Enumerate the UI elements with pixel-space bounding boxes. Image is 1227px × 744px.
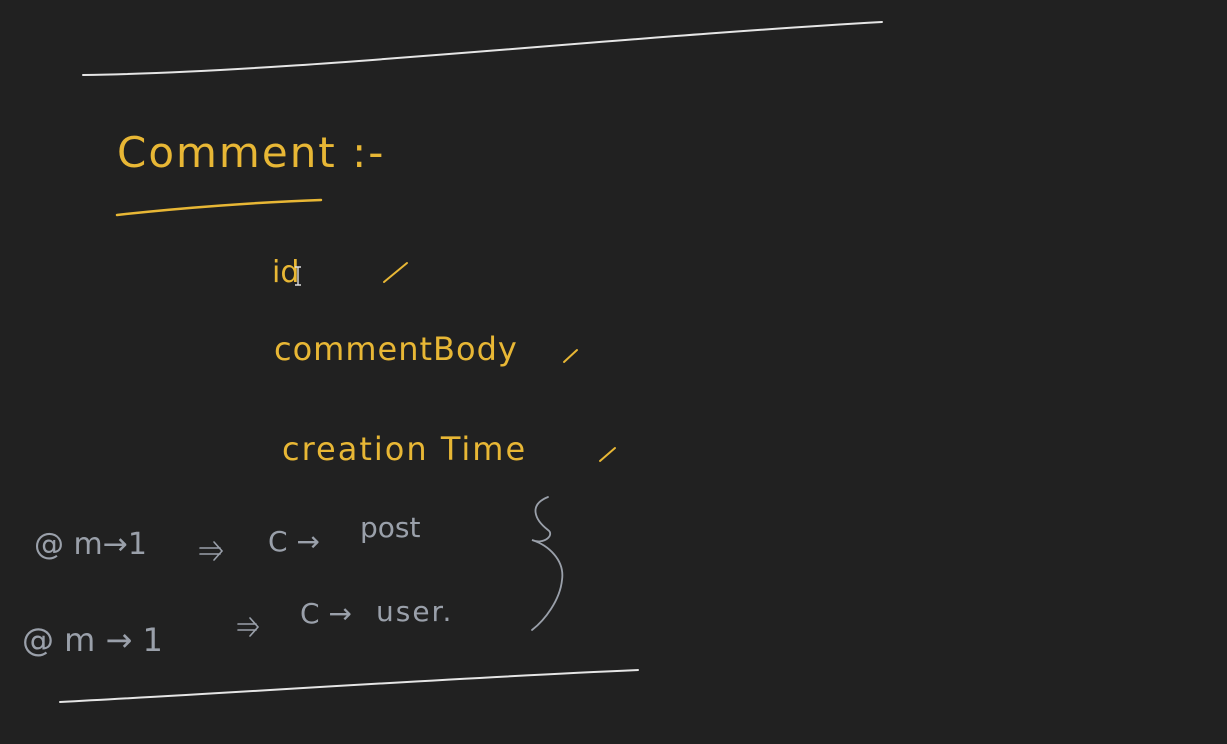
check-tick-icon	[563, 349, 578, 363]
curly-brace-icon	[531, 496, 564, 631]
relation-target-post: post	[360, 511, 421, 544]
field-comment-body: commentBody	[274, 330, 518, 368]
text-cursor-icon	[295, 266, 301, 286]
top-divider-line	[82, 21, 883, 76]
double-arrow-icon	[199, 541, 224, 561]
check-tick-icon	[383, 262, 408, 283]
field-creation-time: creation Time	[282, 430, 528, 468]
relation-prefix-user: C →	[300, 597, 352, 630]
check-tick-icon	[599, 447, 616, 462]
relation-annotation-post: @ m→1	[34, 527, 147, 562]
double-arrow-icon	[237, 617, 260, 637]
title-underline	[115, 198, 323, 217]
whiteboard-canvas[interactable]: Comment :- id commentBody creation Time …	[0, 0, 1227, 744]
relation-annotation-user: @ m → 1	[22, 621, 163, 659]
relation-target-user: user.	[376, 595, 454, 628]
ink-strokes	[59, 21, 883, 703]
note-title: Comment :-	[117, 128, 386, 177]
bottom-divider-line	[59, 669, 639, 703]
relation-prefix-post: C →	[268, 525, 320, 558]
